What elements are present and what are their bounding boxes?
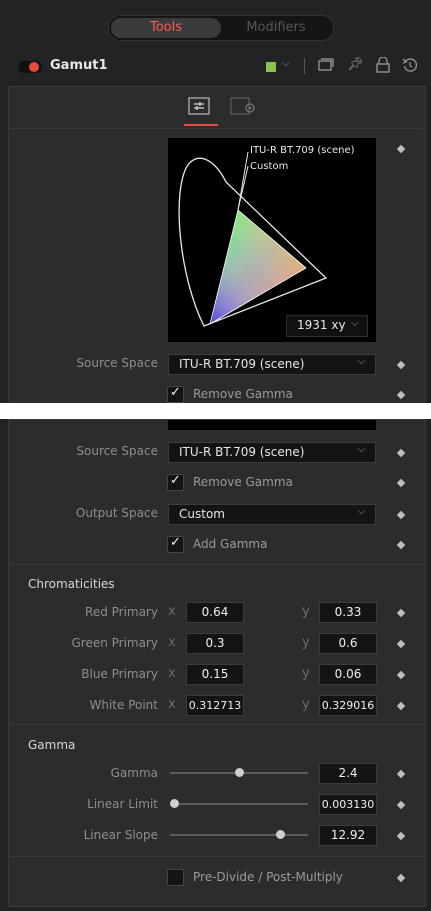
pin-icon[interactable]: 📌︎	[347, 57, 364, 72]
x-label: x	[168, 635, 176, 650]
source-space-dropdown[interactable]: ITU-R BT.709 (scene) ⌵	[168, 354, 376, 375]
separator-icon	[304, 58, 305, 74]
white-point-x-field[interactable]: 0.312713	[186, 695, 244, 716]
section-divider	[8, 724, 424, 725]
add-gamma-checkbox[interactable]: ✓	[167, 535, 184, 553]
tab-modifiers[interactable]: Modifiers	[221, 18, 331, 38]
linear-slope-field[interactable]: 12.92	[319, 825, 377, 846]
linear-slope-slider-track[interactable]	[170, 834, 308, 836]
blue-primary-x-field[interactable]: 0.15	[186, 664, 244, 685]
add-gamma-label: Add Gamma	[193, 537, 268, 551]
node-color-swatch[interactable]	[266, 62, 276, 72]
green-primary-y-field[interactable]: 0.6	[319, 633, 377, 654]
chart-mode-dropdown[interactable]: 1931 xy ⌵	[286, 315, 368, 337]
pre-divide-checkbox[interactable]	[167, 869, 184, 886]
check-icon: ✓	[170, 535, 181, 550]
gamma-label: Gamma	[110, 766, 158, 780]
node-toggle[interactable]	[18, 61, 42, 73]
y-label: y	[302, 604, 310, 619]
image-break	[0, 403, 431, 419]
red-primary-label: Red Primary	[85, 605, 158, 619]
y-label: y	[302, 697, 310, 712]
source-space-label: Source Space	[76, 356, 158, 370]
output-space-value: Custom	[179, 507, 225, 521]
linear-slope-label: Linear Slope	[83, 828, 158, 842]
check-icon: ✓	[170, 473, 181, 488]
output-space-label: Output Space	[75, 506, 158, 520]
node-toggle-dot	[29, 62, 39, 72]
source-space-value: ITU-R BT.709 (scene)	[179, 445, 305, 459]
chart-bottom-edge	[168, 420, 376, 430]
chart-label-bt709: ITU-R BT.709 (scene)	[250, 145, 355, 156]
y-label: y	[302, 666, 310, 681]
cie-chart: ITU-R BT.709 (scene) Custom 1931 xy ⌵	[168, 138, 376, 342]
blue-primary-label: Blue Primary	[81, 667, 158, 681]
active-tab-underline	[184, 124, 218, 126]
tab-bar: Tools Modifiers	[108, 15, 334, 41]
x-label: x	[168, 666, 176, 681]
chevron-down-icon: ⌵	[357, 356, 365, 367]
section-divider	[8, 564, 424, 565]
check-icon: ✓	[170, 385, 181, 400]
white-point-label: White Point	[89, 698, 158, 712]
chevron-down-icon: ⌵	[357, 444, 365, 455]
chevron-down-icon: ⌵	[357, 506, 365, 517]
x-label: x	[168, 604, 176, 619]
tab-tools[interactable]: Tools	[111, 18, 221, 38]
chevron-down-icon: ⌵	[351, 318, 359, 329]
tab-row-divider	[9, 128, 423, 129]
pre-divide-label: Pre-Divide / Post-Multiply	[193, 870, 343, 884]
remove-gamma-label: Remove Gamma	[193, 475, 293, 489]
controls-tab-icon[interactable]	[188, 96, 212, 118]
source-space-value: ITU-R BT.709 (scene)	[179, 357, 305, 371]
linear-limit-slider-track[interactable]	[170, 803, 308, 805]
red-primary-x-field[interactable]: 0.64	[186, 602, 244, 623]
settings-tab-icon[interactable]	[230, 96, 258, 118]
blue-primary-y-field[interactable]: 0.06	[319, 664, 377, 685]
linear-limit-label: Linear Limit	[87, 797, 158, 811]
reset-icon[interactable]	[402, 57, 418, 76]
gamma-slider-handle[interactable]	[235, 768, 244, 777]
section-divider	[8, 856, 424, 857]
chevron-down-icon[interactable]: ⌵	[282, 58, 290, 69]
gamma-heading: Gamma	[28, 738, 76, 752]
gamma-field[interactable]: 2.4	[319, 763, 377, 784]
lock-icon[interactable]	[376, 56, 390, 76]
y-label: y	[302, 635, 310, 650]
chromaticities-heading: Chromaticities	[28, 577, 115, 591]
source-space-label: Source Space	[76, 444, 158, 458]
linear-limit-field[interactable]: 0.003130	[319, 794, 377, 815]
chart-mode-label: 1931 xy	[297, 318, 346, 332]
white-point-y-field[interactable]: 0.329016	[319, 695, 377, 716]
versions-icon[interactable]	[318, 58, 334, 71]
output-space-dropdown[interactable]: Custom ⌵	[168, 504, 376, 525]
red-primary-y-field[interactable]: 0.33	[319, 602, 377, 623]
remove-gamma-checkbox[interactable]: ✓	[167, 473, 184, 491]
x-label: x	[168, 697, 176, 712]
green-primary-label: Green Primary	[71, 636, 158, 650]
remove-gamma-label: Remove Gamma	[193, 387, 293, 401]
remove-gamma-checkbox[interactable]: ✓	[167, 385, 184, 403]
node-name: Gamut1	[50, 58, 108, 73]
source-space-dropdown[interactable]: ITU-R BT.709 (scene) ⌵	[168, 442, 376, 463]
green-primary-x-field[interactable]: 0.3	[186, 633, 244, 654]
chart-label-custom: Custom	[250, 161, 289, 172]
